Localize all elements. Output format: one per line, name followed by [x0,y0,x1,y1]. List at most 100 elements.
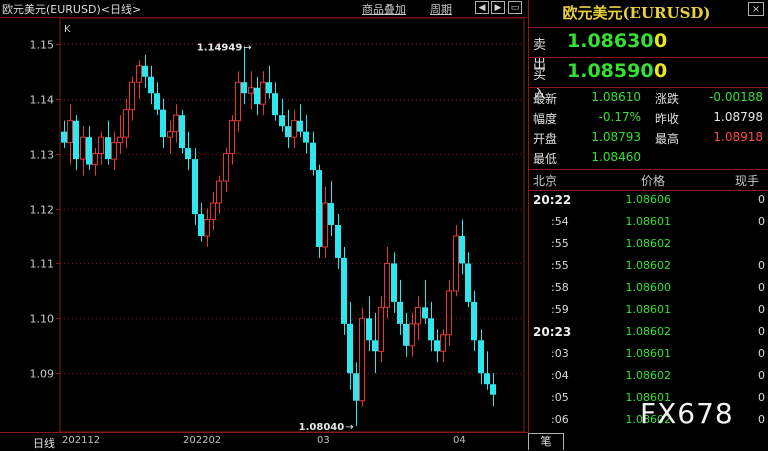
prev-close-label: 昨收 [655,112,680,126]
candle-body [204,219,210,237]
candle-body [136,65,142,83]
tick-time: 20:23 [533,325,572,339]
candle-body [335,225,341,258]
tick-row: :54 1.08601 0 [529,215,768,237]
tick-price: 1.08602 [625,369,672,382]
candle-body [123,109,129,138]
instrument-name: 欧元美元(EURUSD) [562,4,711,22]
buy-price: 1.08590 [567,60,654,82]
candle-body [272,93,278,116]
candle-body [478,340,484,374]
tick-time: :58 [551,281,569,294]
ticks-header-price: 价格 [641,174,666,188]
candle-body [117,136,123,144]
candle-body [391,263,397,302]
tick-time: :04 [551,369,569,382]
low-label: 最低 [533,152,558,166]
tick-volume: 0 [758,347,765,360]
candle-body [179,115,185,149]
annotation-high: 1.14949 [197,43,243,54]
candle-body [61,131,67,143]
candle-body [440,334,446,352]
candle-body [403,323,409,346]
candle-body [210,202,216,221]
candle-body [185,148,191,160]
candle-body [111,142,117,160]
annotation-arrow: → [243,43,251,54]
open-label: 开盘 [533,132,558,146]
y-tick-label: 1.11 [30,258,55,271]
pct-value: -0.17% [598,110,641,124]
candle-body [92,153,98,166]
tick-price: 1.08601 [625,303,672,316]
y-tick-label: 1.10 [30,313,55,326]
high-label: 最高 [655,132,680,146]
candlestick-chart[interactable]: 1.151.141.131.121.111.101.09K1.14949 →1.0… [0,0,528,450]
tick-time: :03 [551,347,569,360]
chart-area[interactable]: 1.15 1.14 1.13 1.12 1.11 1.10 1.09 K 1.14949 → 1.0… [0,0,528,450]
candle-body [328,203,334,225]
scroll-right-icon[interactable]: ▶ [491,1,505,14]
scroll-left-icon[interactable]: ◀ [475,1,489,14]
annotation-arrow: → [345,422,353,433]
tick-time: :59 [551,303,569,316]
candle-body [223,153,229,182]
candle-body [173,114,179,133]
candle-body [254,87,260,105]
chart-title: 欧元美元(EURUSD)<日线> [2,3,142,16]
tick-row: :59 1.08601 0 [529,303,768,325]
candle-body [167,131,173,138]
candle-body [453,235,459,292]
tick-time: :06 [551,413,569,426]
tick-row: :03 1.08601 0 [529,347,768,369]
pct-label: 幅度 [533,112,558,126]
candle-body [459,235,465,264]
prev-close-value: 1.08798 [713,110,763,124]
tick-volume: 0 [758,391,765,404]
candle-body [192,159,198,215]
chart-titlebar: 欧元美元(EURUSD)<日线> 商品叠加 周期 ◀ ▶ ▭ [0,0,528,18]
candle-body [378,306,384,352]
candle-body [73,120,79,160]
zoom-icon[interactable]: ▭ [508,1,522,14]
change-value: -0.00188 [709,90,763,104]
close-icon[interactable]: × [748,2,764,16]
candle-body [397,301,403,324]
candle-body [372,340,378,352]
tick-time: :54 [551,215,569,228]
y-tick-label: 1.15 [30,39,55,52]
candle-body [260,81,266,105]
overlay-button[interactable]: 商品叠加 [362,1,406,17]
tick-price: 1.08602 [625,259,672,272]
candle-body [490,384,496,395]
ticks-header-time: 北京 [533,174,558,188]
candle-body [266,82,272,94]
candle-body [316,170,322,247]
candle-body [160,109,166,138]
tick-price: 1.08602 [625,237,672,250]
ticks-header-volume: 现手 [735,174,760,188]
tick-volume: 0 [758,281,765,294]
candle-body [80,136,86,160]
annotation-low: 1.08040 [299,422,345,433]
ticks-tab[interactable]: 笔 [528,433,564,450]
candle-body [384,262,390,308]
period-label[interactable]: 日线 [33,435,55,451]
candle-body [359,317,365,402]
candle-body [67,120,73,144]
tick-price: 1.08601 [625,347,672,360]
open-value: 1.08793 [591,130,641,144]
sell-volume: 0 [654,30,668,52]
candle-body [129,81,135,111]
tick-price: 1.08600 [625,281,672,294]
candle-body [409,323,415,347]
candle-body [341,257,347,324]
tick-volume: 0 [758,215,765,228]
period-button[interactable]: 周期 [430,1,452,17]
candle-body [154,93,160,110]
latest-label: 最新 [533,92,558,106]
y-tick-label: 1.14 [30,94,55,107]
candle-body [248,87,254,94]
candle-body [366,318,372,341]
candle-body [98,136,104,155]
